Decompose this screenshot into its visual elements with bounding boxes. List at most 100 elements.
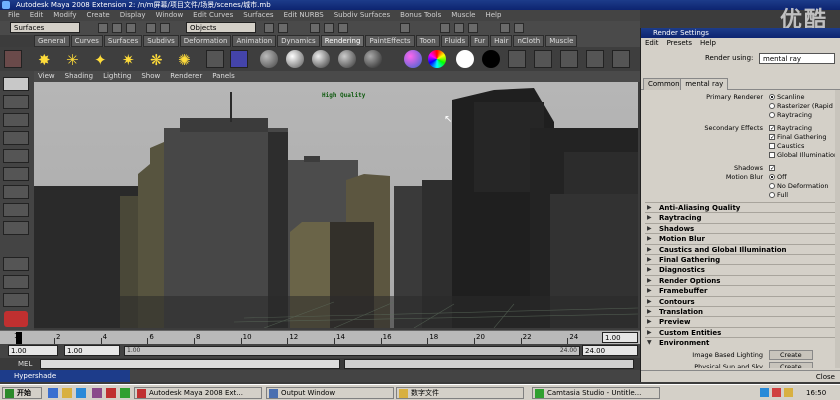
secondary-effect-option[interactable]: Global Illumination <box>769 150 838 160</box>
batch-render-icon[interactable] <box>560 50 578 68</box>
area-light-icon[interactable]: ❋ <box>150 51 163 69</box>
history-icon[interactable] <box>400 23 410 33</box>
taskbar-button[interactable]: 数字文件 <box>396 387 524 399</box>
rs-tab-mental-ray[interactable]: mental ray <box>680 78 729 90</box>
lambert-material-icon[interactable] <box>260 50 278 68</box>
assign-material-icon[interactable] <box>508 50 526 68</box>
select-by-component-icon[interactable] <box>278 23 288 33</box>
lasso-tool-icon[interactable] <box>3 95 29 109</box>
motion-blur-option-radio[interactable] <box>769 192 775 198</box>
directional-light-icon[interactable]: ✳ <box>66 51 79 69</box>
layout-outliner-icon[interactable] <box>3 293 29 307</box>
anisotropic-material-icon[interactable] <box>364 50 382 68</box>
current-time-field[interactable]: 1.00 <box>602 332 638 343</box>
shelf-tab-dynamics[interactable]: Dynamics <box>277 35 320 47</box>
render-current-frame-icon[interactable] <box>440 23 450 33</box>
time-slider[interactable]: 1 2 4 6 8 10 12 14 16 18 20 22 24 1.00 <box>0 330 640 344</box>
render-layer-icon[interactable] <box>612 50 630 68</box>
layout-four-icon[interactable] <box>3 257 29 271</box>
ramp-shader-icon[interactable] <box>428 50 446 68</box>
rs-tab-common[interactable]: Common <box>643 78 685 90</box>
command-input[interactable] <box>40 359 340 369</box>
motion-blur-option[interactable]: Full <box>769 190 788 200</box>
camera-icon[interactable] <box>206 50 224 68</box>
use-background-icon[interactable] <box>482 50 500 68</box>
render-settings-scrollbar[interactable] <box>835 90 840 368</box>
rs-menu-presets[interactable]: Presets <box>667 38 692 49</box>
quicklaunch-media-icon[interactable] <box>120 388 130 398</box>
menu-muscle[interactable]: Muscle <box>451 10 475 21</box>
shelf-tab-painteffects[interactable]: PaintEffects <box>365 35 415 47</box>
primary-renderer-option-radio[interactable] <box>769 103 775 109</box>
layout-split-icon[interactable] <box>3 275 29 289</box>
playback-start-field[interactable]: 1.00 <box>64 345 120 356</box>
renderer-dropdown[interactable]: mental ray <box>759 53 835 64</box>
playback-end-field[interactable]: 24.00 <box>582 345 638 356</box>
render-settings-icon[interactable] <box>468 23 478 33</box>
ipr-render-icon[interactable] <box>454 23 464 33</box>
manipulator-tool-icon[interactable] <box>3 185 29 199</box>
layered-shader-icon[interactable] <box>404 50 422 68</box>
volume-light-icon[interactable]: ✺ <box>178 51 191 69</box>
panel-menu-lighting[interactable]: Lighting <box>103 71 131 82</box>
camera-aim-icon[interactable] <box>230 50 248 68</box>
panel-menu-renderer[interactable]: Renderer <box>170 71 202 82</box>
render-view-icon[interactable] <box>534 50 552 68</box>
quicklaunch-maya-icon[interactable] <box>106 388 116 398</box>
menu-edit[interactable]: Edit <box>30 10 44 21</box>
shelf-tab-subdivs[interactable]: Subdivs <box>143 35 179 47</box>
panel-menu-shading[interactable]: Shading <box>65 71 93 82</box>
environment-create-button[interactable]: Create <box>769 361 813 368</box>
surface-shader-icon[interactable] <box>456 50 474 68</box>
shelf-tab-curves[interactable]: Curves <box>70 35 103 47</box>
primary-renderer-option-radio[interactable] <box>769 112 775 118</box>
ambient-light-icon[interactable]: ✸ <box>38 51 51 69</box>
menu-bonus-tools[interactable]: Bonus Tools <box>400 10 441 21</box>
motion-blur-option-radio[interactable] <box>769 183 775 189</box>
phong-material-icon[interactable] <box>312 50 330 68</box>
phonge-material-icon[interactable] <box>338 50 356 68</box>
menu-create[interactable]: Create <box>86 10 109 21</box>
start-time-field[interactable]: 1.00 <box>8 345 58 356</box>
perspective-viewport[interactable]: High Quality ↖ <box>34 82 638 328</box>
shelf-tab-hair[interactable]: Hair <box>490 35 513 47</box>
secondary-effect-option-checkbox[interactable]: ✓ <box>769 134 775 141</box>
select-hierarchy-icon[interactable] <box>146 23 156 33</box>
shelf-tab-muscle[interactable]: Muscle <box>545 35 578 47</box>
render-logo-icon[interactable] <box>4 311 28 327</box>
panel-menu-view[interactable]: View <box>38 71 55 82</box>
secondary-effect-option-checkbox[interactable] <box>769 143 775 149</box>
shelf-menu-icon[interactable] <box>4 50 22 68</box>
range-bar[interactable]: 1.00 24.00 <box>124 346 580 356</box>
open-scene-icon[interactable] <box>112 23 122 33</box>
shelf-tab-surfaces[interactable]: Surfaces <box>103 35 143 47</box>
hypershade-minimized-window[interactable]: Hypershade <box>0 370 130 382</box>
attribute-editor-icon[interactable] <box>514 23 524 33</box>
menuset-dropdown[interactable]: Surfaces <box>10 22 80 33</box>
environment-create-button[interactable]: Create <box>769 349 813 360</box>
snap-curve-icon[interactable] <box>324 23 334 33</box>
menu-edit-nurbs[interactable]: Edit NURBS <box>284 10 324 21</box>
hypershade-shelf-icon[interactable] <box>586 50 604 68</box>
primary-renderer-option[interactable]: Raytracing <box>769 110 812 120</box>
shelf-tab-fluids[interactable]: Fluids <box>440 35 470 47</box>
new-scene-icon[interactable] <box>98 23 108 33</box>
quicklaunch-app-icon[interactable] <box>92 388 102 398</box>
close-button[interactable]: Close <box>816 372 835 382</box>
menu-help[interactable]: Help <box>485 10 501 21</box>
rs-menu-help[interactable]: Help <box>700 38 716 49</box>
panel-menu-panels[interactable]: Panels <box>212 71 235 82</box>
secondary-effect-option-checkbox[interactable] <box>769 152 775 158</box>
taskbar-button[interactable]: Camtasia Studio - Untitle... <box>532 387 660 399</box>
move-tool-icon[interactable] <box>3 131 29 145</box>
menu-window[interactable]: Window <box>156 10 184 21</box>
shelf-tab-rendering[interactable]: Rendering <box>320 35 365 47</box>
rotate-tool-icon[interactable] <box>3 149 29 163</box>
blinn-material-icon[interactable] <box>286 50 304 68</box>
snap-point-icon[interactable] <box>338 23 348 33</box>
rs-menu-edit[interactable]: Edit <box>645 38 659 49</box>
start-button[interactable]: 开始 <box>2 387 42 399</box>
last-tool-icon[interactable] <box>3 203 29 217</box>
section-environment[interactable]: Environment <box>645 338 840 348</box>
select-tool-icon[interactable] <box>3 77 29 91</box>
